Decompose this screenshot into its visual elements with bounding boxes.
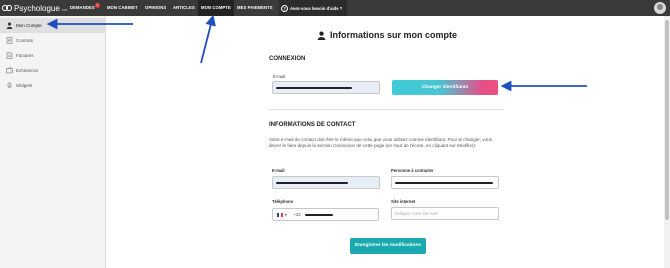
sidebar-item-factures[interactable]: Factures xyxy=(0,48,106,63)
sidebar-item-label: Widgets xyxy=(16,83,33,88)
wallet-icon xyxy=(5,67,13,75)
psychologue-logo-icon xyxy=(2,4,12,12)
contact-email-label: E-mail xyxy=(272,168,285,173)
phone-field[interactable]: ▼ +33 xyxy=(272,208,379,221)
sidebar-item-label: Contrats xyxy=(16,38,34,43)
user-icon xyxy=(317,30,326,40)
scrollbar-thumb[interactable] xyxy=(665,20,669,220)
sidebar-item-label: Mon Compte xyxy=(16,23,42,28)
page-title-text: Informations sur mon compte xyxy=(330,30,458,40)
nav-demandes-label: DEMANDES xyxy=(70,5,95,10)
page-title: Informations sur mon compte xyxy=(317,30,457,40)
nav-mes-paiements[interactable]: MES PAIEMENTS xyxy=(237,0,273,16)
demandes-count-badge: 1 xyxy=(95,3,100,8)
login-email-label: E-mail xyxy=(273,74,285,79)
sidebar-item-mon-compte[interactable]: Mon Compte xyxy=(0,18,106,33)
sidebar-item-contrats[interactable]: Contrats xyxy=(0,33,106,48)
login-email-field xyxy=(272,81,380,94)
nav-mes-paiements-label: MES PAIEMENTS xyxy=(237,5,273,10)
user-avatar[interactable] xyxy=(654,2,666,14)
logo-text: Psychologue xyxy=(14,3,60,13)
redacted-email xyxy=(276,86,352,89)
help-button[interactable]: ? Avez-vous besoin d'aide ? xyxy=(279,0,347,16)
widget-icon xyxy=(5,82,13,90)
france-flag-icon[interactable] xyxy=(277,212,283,217)
website-label: Site internet xyxy=(391,199,416,204)
sidebar-item-label: Factures xyxy=(16,53,34,58)
contact-email-field[interactable] xyxy=(272,176,380,189)
nav-mon-compte-label: MON COMPTE xyxy=(201,5,231,10)
nav-mon-compte[interactable]: MON COMPTE xyxy=(198,0,234,16)
contact-person-label: Personne à contacter xyxy=(391,168,434,173)
website-input[interactable]: Indiquez votre site web xyxy=(391,207,499,220)
redacted-email xyxy=(276,181,348,184)
brand-logo[interactable]: Psychologue .net xyxy=(2,2,67,14)
section-divider xyxy=(269,109,504,110)
nav-articles-label: ARTICLES xyxy=(173,5,195,10)
contact-description: Votre e-mail de contact doit être le mêm… xyxy=(269,137,492,149)
chevron-down-icon[interactable]: ▼ xyxy=(284,213,287,217)
top-navigation-bar: Psychologue .net DEMANDES 1 MON CABINET … xyxy=(0,0,670,16)
logo-suffix: .net xyxy=(60,7,68,12)
page-scrollbar[interactable] xyxy=(664,16,670,268)
contact-person-field[interactable] xyxy=(391,176,499,189)
user-icon xyxy=(5,22,13,30)
nav-mon-cabinet[interactable]: MON CABINET xyxy=(107,0,138,16)
nav-demandes[interactable]: DEMANDES xyxy=(70,0,95,16)
country-code: +33 xyxy=(293,212,301,217)
change-credentials-button[interactable]: Changer identifiants xyxy=(392,80,498,95)
nav-mon-cabinet-label: MON CABINET xyxy=(107,5,138,10)
sidebar-item-widgets[interactable]: Widgets xyxy=(0,78,106,93)
save-changes-button[interactable]: Enregistrer les modifications xyxy=(350,238,426,254)
sidebar: Mon Compte Contrats Factures Echéances W… xyxy=(0,16,106,268)
invoice-icon xyxy=(5,52,13,60)
sidebar-item-label: Echéances xyxy=(16,68,39,73)
nav-opinions[interactable]: OPINIONS xyxy=(145,0,166,16)
nav-articles[interactable]: ARTICLES xyxy=(173,0,195,16)
nav-opinions-label: OPINIONS xyxy=(145,5,167,10)
redacted-phone xyxy=(304,213,333,216)
question-icon: ? xyxy=(281,4,288,12)
phone-label: Téléphone xyxy=(272,199,293,204)
arrow-to-nav-mon-compte xyxy=(200,14,216,64)
redacted-name xyxy=(395,181,493,184)
help-label: Avez-vous besoin d'aide ? xyxy=(290,5,343,11)
website-placeholder: Indiquez votre site web xyxy=(395,211,438,216)
contact-heading: INFORMATIONS DE CONTACT xyxy=(269,122,356,128)
connexion-heading: CONNEXION xyxy=(269,56,306,62)
sidebar-item-echeances[interactable]: Echéances xyxy=(0,63,106,78)
contract-icon xyxy=(5,37,13,45)
